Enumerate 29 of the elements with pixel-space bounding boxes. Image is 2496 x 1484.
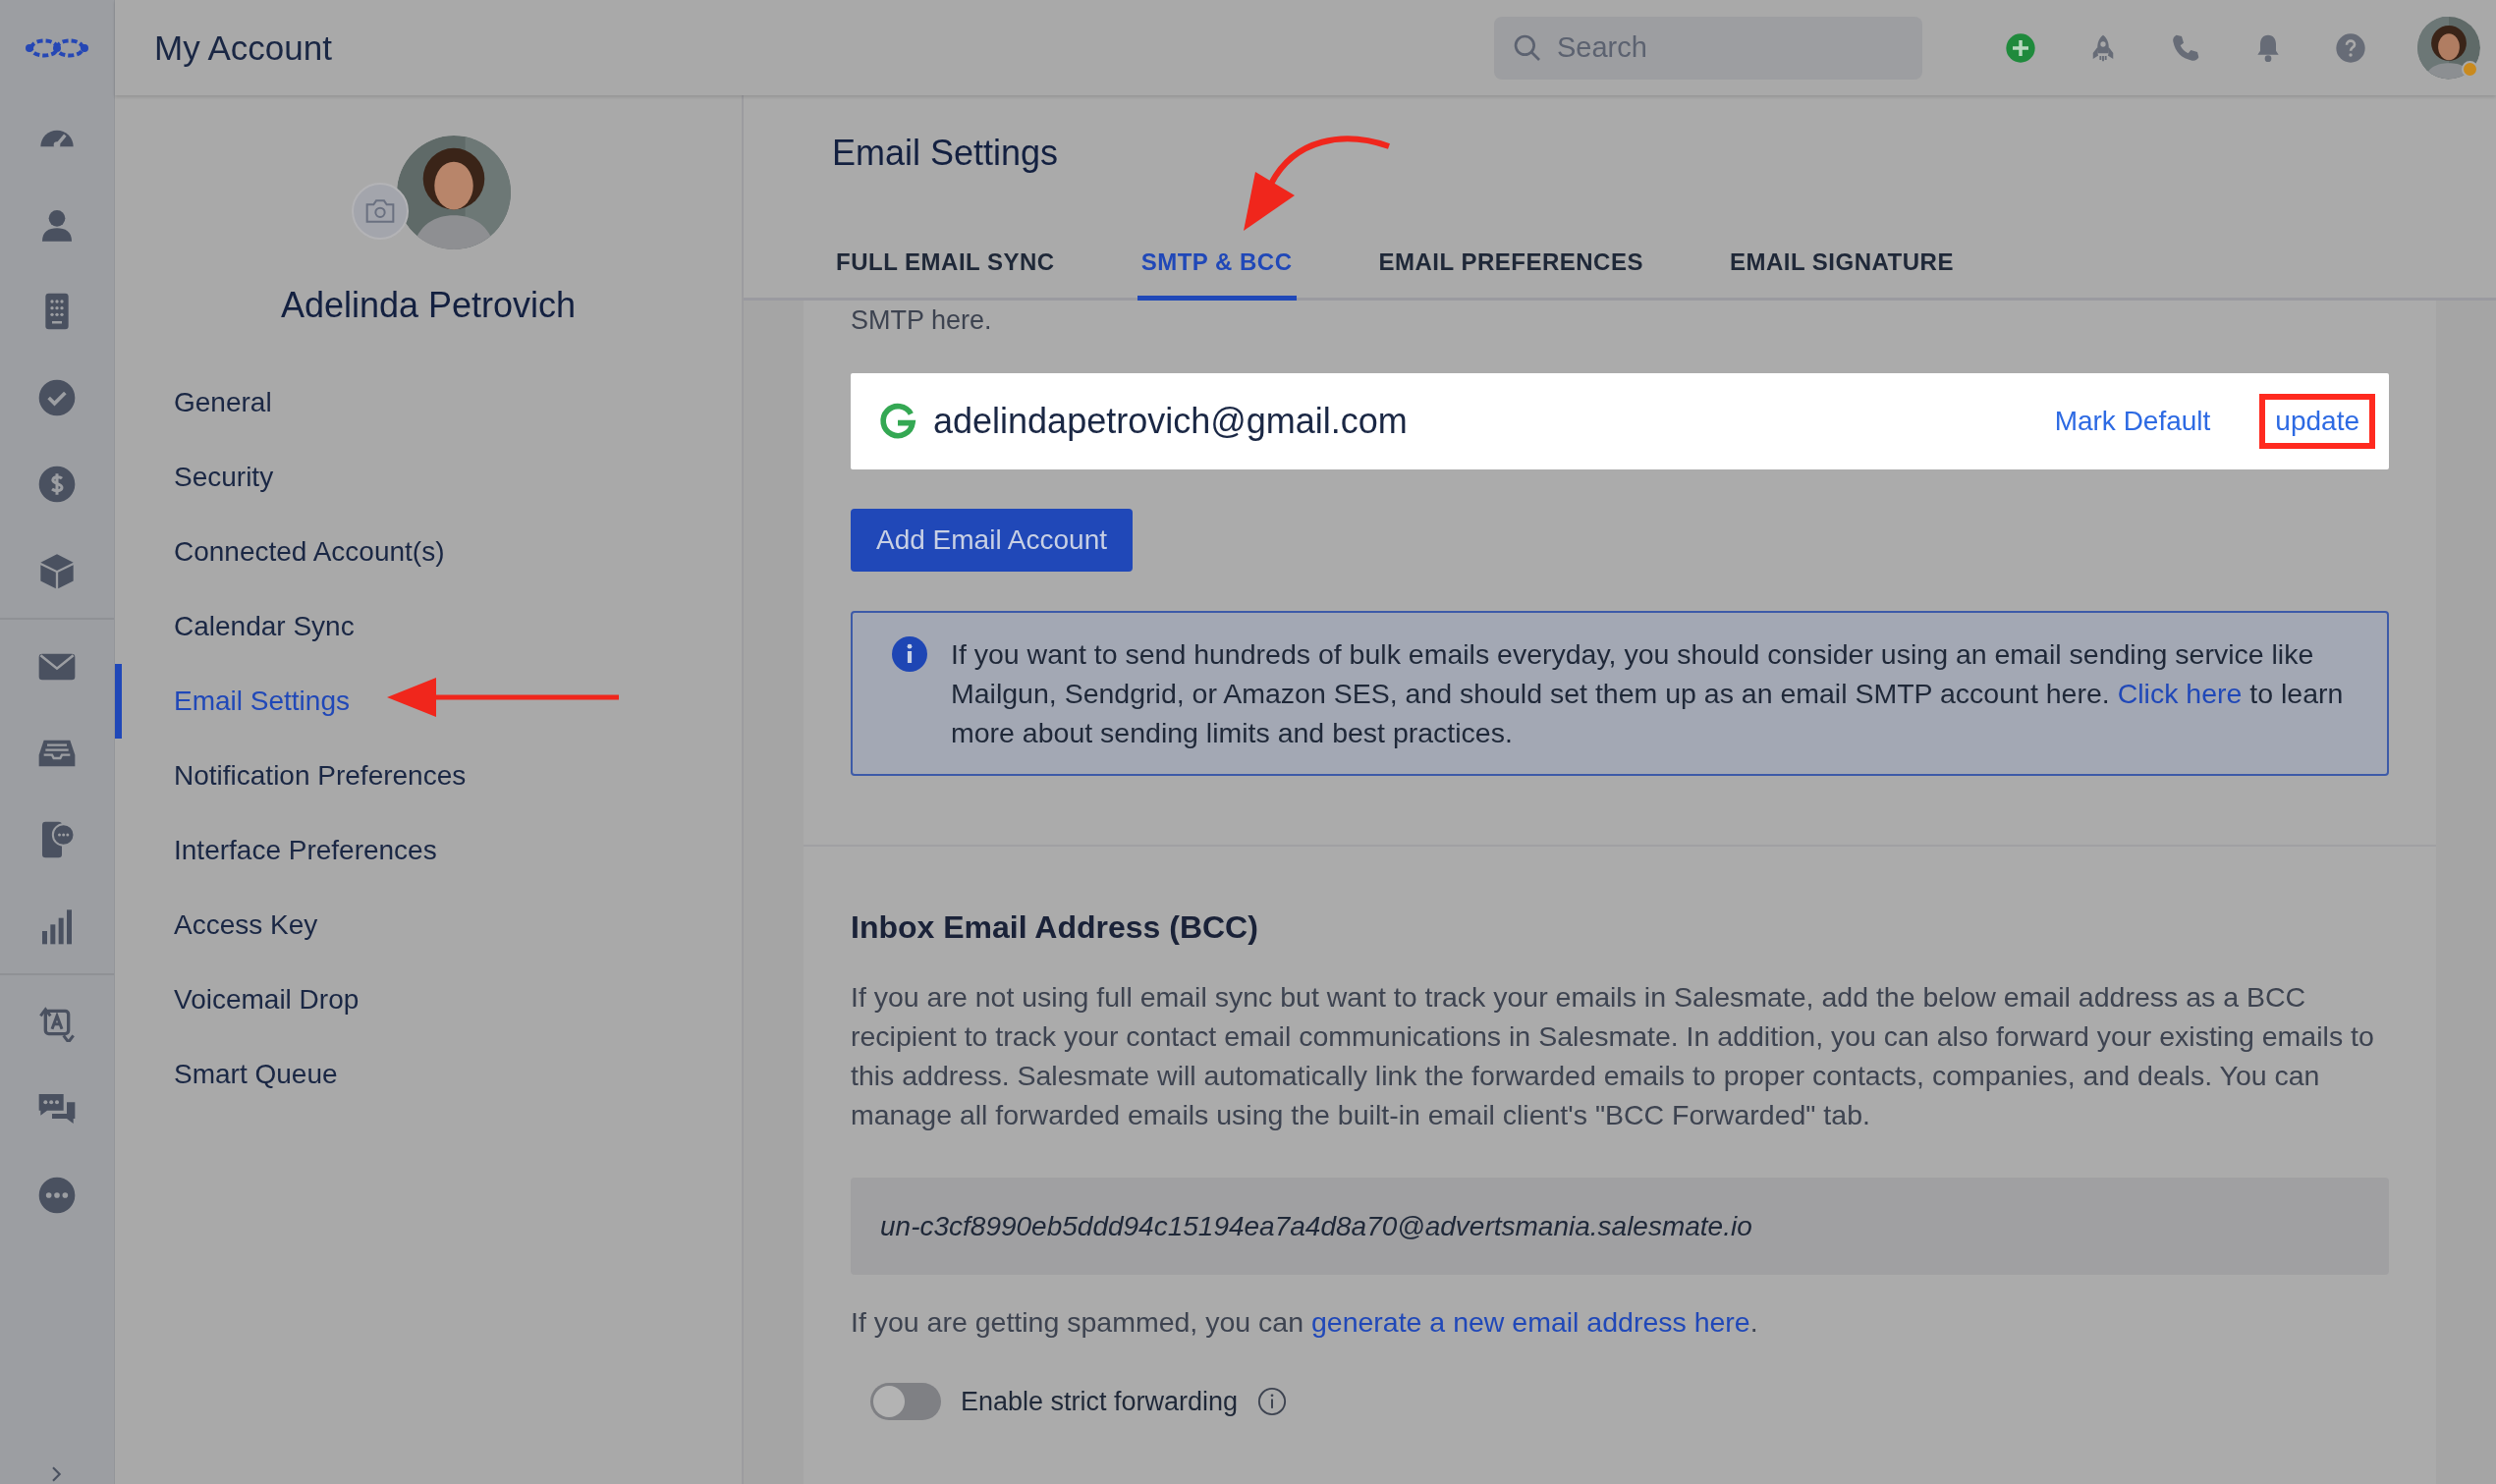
update-link[interactable]: update [2275, 406, 2359, 436]
add-email-account-button[interactable]: Add Email Account [851, 509, 1134, 572]
settings-menu-item[interactable]: Calendar Sync [115, 589, 742, 664]
generate-address-link[interactable]: generate a new email address here [1310, 1306, 1750, 1338]
smtp-note: SMTP here. [851, 304, 993, 337]
section-title: Email Settings [832, 133, 1060, 174]
bcc-title: Inbox Email Address (BCC) [851, 909, 1259, 946]
settings-menu-item[interactable]: Access Key [115, 888, 742, 962]
settings-menu-item[interactable]: Voicemail Drop [115, 962, 742, 1037]
settings-menu-item[interactable]: Interface Preferences [115, 813, 742, 888]
bcc-description: If you are not using full email sync but want to track your emails in Salesmate, add the below email address as a BCC recipient to track your contact email communications in Salesmate. In addition, you can also forward your existing emails to this address. Salesmate will automatically link the forwarded emails to proper contacts, companies, and deals. You can manage all forwarded emails using the built-in email client's "BCC Forwarded" tab. [851, 980, 2375, 1132]
info-text: If you want to send hundreds of bulk emails everyday, you should consider using an email sending service like Mailgun, Sendgrid, or Amazon SES, and should set them up as an email SMTP account here. Click here to learn more about sending limits and best practices. [951, 637, 2345, 750]
tab[interactable]: FULL EMAIL SYNC [832, 248, 1059, 301]
toggle-label: Enable strict forwarding [961, 1386, 1239, 1417]
search-field[interactable]: Search [1494, 16, 1922, 80]
bcc-address-field[interactable]: un-c3cf8990eb5ddd94c15194ea7a4d8a70@advertsmania.salesmate.io [851, 1178, 2389, 1275]
tab[interactable]: EMAIL PREFERENCES [1374, 248, 1647, 301]
account-email: adelindapetrovich@gmail.com [933, 401, 1408, 442]
mark-default-link[interactable]: Mark Default [2054, 406, 2211, 437]
settings-menu-item[interactable]: Smart Queue [115, 1037, 742, 1112]
tab[interactable]: EMAIL SIGNATURE [1725, 248, 1958, 301]
profile-name: Adelinda Petrovich [279, 285, 578, 326]
click-here-link[interactable]: Click here [2117, 678, 2243, 709]
settings-menu-item[interactable]: Connected Account(s) [115, 515, 742, 589]
settings-menu-item[interactable]: Notification Preferences [115, 739, 742, 813]
settings-menu-item[interactable]: General [115, 365, 742, 440]
settings-menu-item[interactable]: Security [115, 440, 742, 515]
spam-text: If you are getting spammed, you can generate a new email address here. [851, 1305, 1759, 1340]
page-title: My Account [154, 27, 332, 68]
